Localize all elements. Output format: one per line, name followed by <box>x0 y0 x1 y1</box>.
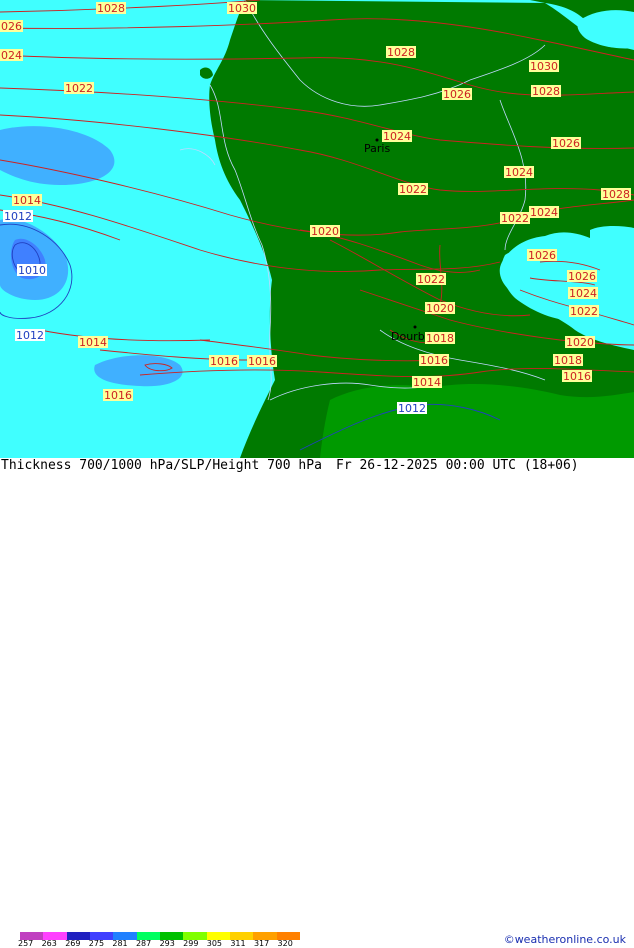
isobar-label: 1022 <box>569 305 599 318</box>
svg-text:1020: 1020 <box>566 336 594 349</box>
legend-tick: 299 <box>183 939 199 948</box>
isobar-label: 1018 <box>425 332 455 345</box>
isobar-label: 1018 <box>553 354 583 367</box>
isobar-label: 1028 <box>531 85 561 98</box>
svg-text:1028: 1028 <box>602 188 630 201</box>
isobar-label: 1026 <box>527 249 557 262</box>
svg-text:1026: 1026 <box>552 137 580 150</box>
chart-title: Thickness 700/1000 hPa/SLP/Height 700 hP… <box>1 458 322 473</box>
isobar-label: 1030 <box>227 2 257 15</box>
svg-text:1018: 1018 <box>554 354 582 367</box>
isobar-label: 1028 <box>601 188 631 201</box>
isobar-label: 1028 <box>96 2 126 15</box>
svg-text:1028: 1028 <box>387 46 415 59</box>
legend-tick: 320 <box>277 939 293 948</box>
isobar-label: 1022 <box>416 273 446 286</box>
svg-text:1030: 1030 <box>530 60 558 73</box>
svg-text:1014: 1014 <box>13 194 41 207</box>
isobar-label: 1010 <box>17 264 47 277</box>
svg-text:1020: 1020 <box>426 302 454 315</box>
isobar-label: 1016 <box>209 355 239 368</box>
footer: Thickness 700/1000 hPa/SLP/Height 700 hP… <box>0 458 634 948</box>
legend-tick: 269 <box>65 939 81 948</box>
isobar-label: 024 <box>0 49 23 62</box>
svg-text:1020: 1020 <box>311 225 339 238</box>
svg-text:1028: 1028 <box>532 85 560 98</box>
isobar-label: 1022 <box>64 82 94 95</box>
weather-map: Paris Dourbies 1028 1030 026 024 1022 1028 103… <box>0 0 634 458</box>
legend-tick: 257 <box>18 939 34 948</box>
svg-text:1010: 1010 <box>18 264 46 277</box>
legend-tick: 311 <box>230 939 246 948</box>
isobar-label: 1028 <box>386 46 416 59</box>
isobar-label: 1026 <box>551 137 581 150</box>
isobar-label: 1026 <box>567 270 597 283</box>
isobar-label: 1024 <box>382 130 412 143</box>
svg-text:1012: 1012 <box>398 402 426 415</box>
isobar-label: 1022 <box>500 212 530 225</box>
legend-tick: 305 <box>206 939 223 948</box>
svg-text:1026: 1026 <box>443 88 471 101</box>
svg-text:1024: 1024 <box>383 130 411 143</box>
svg-text:1022: 1022 <box>399 183 427 196</box>
svg-text:1024: 1024 <box>530 206 558 219</box>
svg-text:1012: 1012 <box>16 329 44 342</box>
isobar-label: 1024 <box>529 206 559 219</box>
isobar-label: 1016 <box>562 370 592 383</box>
svg-text:1018: 1018 <box>426 332 454 345</box>
isobar-label: 026 <box>0 20 23 33</box>
svg-text:Paris: Paris <box>364 142 390 155</box>
svg-text:1022: 1022 <box>501 212 529 225</box>
isobar-label: 1026 <box>442 88 472 101</box>
svg-text:1028: 1028 <box>97 2 125 15</box>
svg-text:1026: 1026 <box>568 270 596 283</box>
isobar-label: 1012 <box>3 210 33 223</box>
isobar-label: 1022 <box>398 183 428 196</box>
svg-text:1016: 1016 <box>210 355 238 368</box>
svg-text:1014: 1014 <box>413 376 441 389</box>
svg-text:1030: 1030 <box>228 2 256 15</box>
credit-link[interactable]: ©weatheronline.co.uk <box>504 933 626 946</box>
svg-text:1024: 1024 <box>569 287 597 300</box>
svg-text:1022: 1022 <box>417 273 445 286</box>
isobar-label: 1012 <box>15 329 45 342</box>
svg-text:1012: 1012 <box>4 210 32 223</box>
isobar-label: 1024 <box>504 166 534 179</box>
valid-time: Fr 26-12-2025 00:00 UTC (18+06) <box>336 458 579 473</box>
isobar-label: 1020 <box>310 225 340 238</box>
isobar-label: 1014 <box>78 336 108 349</box>
legend-tick: 287 <box>135 939 152 948</box>
legend-ticks: 257 263 269 275 281 287 293 299 305 311 317 320 <box>18 939 301 948</box>
svg-text:1022: 1022 <box>570 305 598 318</box>
svg-text:1016: 1016 <box>563 370 591 383</box>
svg-text:1016: 1016 <box>248 355 276 368</box>
isobar-label: 1014 <box>12 194 42 207</box>
isobar-label: 1024 <box>568 287 598 300</box>
legend-tick: 281 <box>112 939 128 948</box>
svg-text:024: 024 <box>1 49 22 62</box>
legend-tick: 293 <box>159 939 175 948</box>
legend-tick: 275 <box>88 939 105 948</box>
svg-text:1016: 1016 <box>104 389 132 402</box>
isobar-label: 1014 <box>412 376 442 389</box>
isobar-label: 1016 <box>103 389 133 402</box>
svg-text:1022: 1022 <box>65 82 93 95</box>
legend-tick: 263 <box>41 939 57 948</box>
svg-text:026: 026 <box>1 20 22 33</box>
svg-text:1016: 1016 <box>420 354 448 367</box>
isobar-label: 1020 <box>565 336 595 349</box>
svg-text:1026: 1026 <box>528 249 556 262</box>
isobar-label: 1020 <box>425 302 455 315</box>
legend-tick: 317 <box>253 939 270 948</box>
svg-text:1014: 1014 <box>79 336 107 349</box>
svg-text:1024: 1024 <box>505 166 533 179</box>
isobar-label: 1016 <box>419 354 449 367</box>
isobar-label: 1030 <box>529 60 559 73</box>
isobar-label: 1012 <box>397 402 427 415</box>
isobar-label: 1016 <box>247 355 277 368</box>
